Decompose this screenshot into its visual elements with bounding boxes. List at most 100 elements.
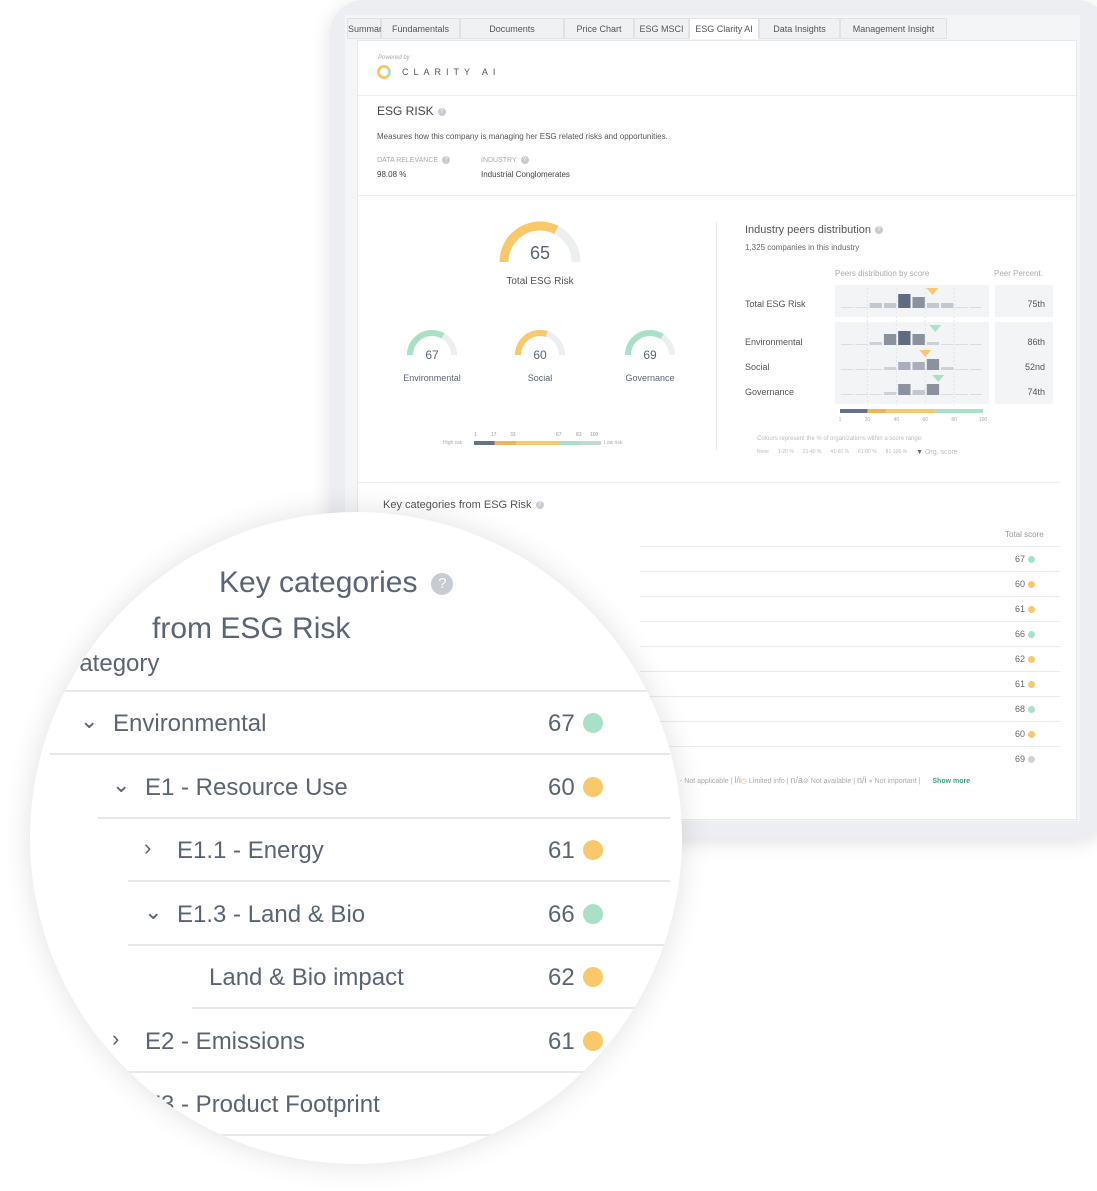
- tab-esg-clarity-ai[interactable]: ESG Clarity AI: [689, 18, 759, 39]
- peer-bin-bar: [869, 303, 882, 308]
- tab-fundamentals[interactable]: Fundamentals: [381, 18, 460, 39]
- chevron-right-icon[interactable]: ›: [112, 1026, 119, 1052]
- show-more-link[interactable]: Show more: [932, 778, 970, 785]
- category-row[interactable]: ⌄ E1 - Resource Use 60: [98, 756, 670, 819]
- peer-bin-bar: [955, 344, 968, 345]
- peer-bin-bar: [841, 344, 854, 345]
- lens-title-text: Key categories: [219, 566, 418, 599]
- category-score-value: 61: [1015, 604, 1026, 614]
- risk-tick: 83: [576, 432, 582, 438]
- category-score-value: 61: [548, 1027, 575, 1055]
- category-row[interactable]: ⌄ E1.3 - Land & Bio 66: [128, 883, 670, 946]
- peer-row-label: Governance: [745, 387, 795, 397]
- category-score-value: 60: [1015, 579, 1026, 589]
- risk-scale-high: Low risk: [604, 440, 623, 446]
- legend-none: None: [757, 449, 769, 455]
- peer-bin-bar: [855, 369, 868, 370]
- help-icon[interactable]: ?: [442, 156, 451, 164]
- row-divider: [640, 696, 1060, 697]
- chevron-right-icon[interactable]: ›: [112, 1089, 119, 1115]
- score-dot-icon: [583, 903, 603, 924]
- peers-subtitle: 1,325 companies in this industry: [745, 243, 860, 252]
- category-score-value: 62: [548, 964, 575, 991]
- gauge-label-social: Social: [527, 373, 553, 383]
- peer-bin-bar: [912, 334, 925, 345]
- help-icon[interactable]: ?: [431, 573, 454, 596]
- gray-dot-icon: ●: [868, 778, 873, 785]
- help-icon[interactable]: ?: [874, 226, 883, 235]
- axis-tick-label: 1: [839, 417, 842, 423]
- tab-esg-msci[interactable]: ESG MSCI: [634, 18, 689, 39]
- peer-bin-bar: [912, 362, 925, 370]
- total-score-header: Total score: [1005, 530, 1044, 539]
- row-divider: [640, 571, 1060, 572]
- tab-management-insight[interactable]: Management Insight: [840, 18, 947, 39]
- peer-bin-bar: [969, 394, 982, 395]
- help-icon[interactable]: ?: [520, 156, 529, 164]
- score-dot-icon: [1028, 656, 1036, 664]
- risk-tick: 100: [590, 432, 599, 438]
- category-row[interactable]: › E1.1 - Energy 61: [128, 819, 670, 882]
- chevron-right-icon[interactable]: ›: [144, 835, 151, 861]
- tab-summary[interactable]: Summary: [347, 18, 387, 39]
- peer-bin-bar: [869, 342, 882, 345]
- key-categories-title-text: Key categories from ESG Risk: [383, 499, 532, 511]
- category-score: 62: [1015, 654, 1065, 664]
- tab-data-insights[interactable]: Data Insights: [759, 18, 840, 39]
- category-score-value: 68: [1015, 704, 1026, 714]
- data-relevance-label-text: DATA RELEVANCE: [377, 156, 439, 164]
- category-score-value: 69: [1015, 754, 1026, 764]
- category-row[interactable]: › E3 - Product Footprint: [112, 1073, 670, 1136]
- divider: [358, 482, 1060, 483]
- peer-bin-bar: [941, 367, 954, 370]
- score-dot-icon: [1028, 756, 1036, 764]
- peer-bin-bar: [926, 384, 940, 395]
- peers-title-text: Industry peers distribution: [745, 224, 871, 236]
- esg-risk-title-text: ESG RISK: [377, 104, 434, 118]
- category-row[interactable]: ⌄ Environmental 67: [50, 692, 670, 755]
- tab-documents[interactable]: Documents: [460, 18, 564, 39]
- score-dot-icon: [583, 967, 603, 987]
- peer-percentile: 52nd: [1024, 362, 1045, 372]
- status-legend: - Not applicable | l/i◷ Limited info | n…: [680, 775, 971, 785]
- score-dot-icon: [583, 713, 603, 733]
- peer-percentile: 75th: [1027, 299, 1045, 309]
- axis-tick-label: 60: [922, 417, 928, 423]
- help-icon[interactable]: ?: [535, 501, 544, 510]
- peers-distribution-chart: 1 20 40 60 80 100: [839, 288, 987, 423]
- peers-legend: None 1-20 % 21-40 % 41-60 % 61-80 % 81-1…: [757, 449, 958, 456]
- legend-not-applicable: - Not applicable: [680, 778, 729, 785]
- category-label: E2 - Emissions: [145, 1027, 306, 1055]
- peer-percentile: 86th: [1027, 337, 1045, 347]
- legend-org-score: ▼ Org. score: [916, 449, 958, 456]
- category-row[interactable]: Land & Bio impact 62: [192, 946, 670, 1009]
- category-score: 67: [1015, 554, 1065, 564]
- score-dot-icon: [1028, 606, 1036, 614]
- peer-bin-bar: [969, 344, 982, 345]
- org-score-marker: [926, 288, 939, 295]
- tab-price-chart[interactable]: Price Chart: [564, 18, 634, 39]
- gauge-label-total: Total ESG Risk: [506, 276, 574, 287]
- category-score-value: 61: [1015, 679, 1026, 689]
- industry-label-text: INDUSTRY: [481, 156, 517, 164]
- row-divider: [640, 546, 1060, 547]
- axis-tick-label: 20: [865, 417, 871, 423]
- legend-not-available-code: n/a: [790, 775, 803, 785]
- industry-value: Industrial Conglomerates: [481, 170, 570, 179]
- no-entry-icon: ⊘: [802, 778, 809, 785]
- peer-bin-bar: [969, 369, 982, 370]
- category-score-value: 60: [1015, 729, 1026, 739]
- chevron-down-icon[interactable]: ⌄: [144, 899, 162, 925]
- gauge-value-environmental: 67: [425, 348, 439, 362]
- chevron-down-icon[interactable]: ⌄: [80, 708, 98, 734]
- score-dot-icon: [583, 776, 603, 797]
- risk-scale-low: High risk: [443, 440, 463, 446]
- category-row[interactable]: › E2 - Emissions 61: [112, 1010, 670, 1073]
- divider: [358, 195, 1076, 196]
- row-divider: [640, 646, 1060, 647]
- chevron-down-icon[interactable]: ⌄: [112, 772, 130, 798]
- data-relevance-value: 98.08 %: [377, 170, 407, 179]
- risk-tick: 17: [491, 432, 497, 438]
- key-categories-title: Key categories from ESG Risk?: [383, 499, 544, 511]
- help-icon[interactable]: ?: [437, 107, 446, 116]
